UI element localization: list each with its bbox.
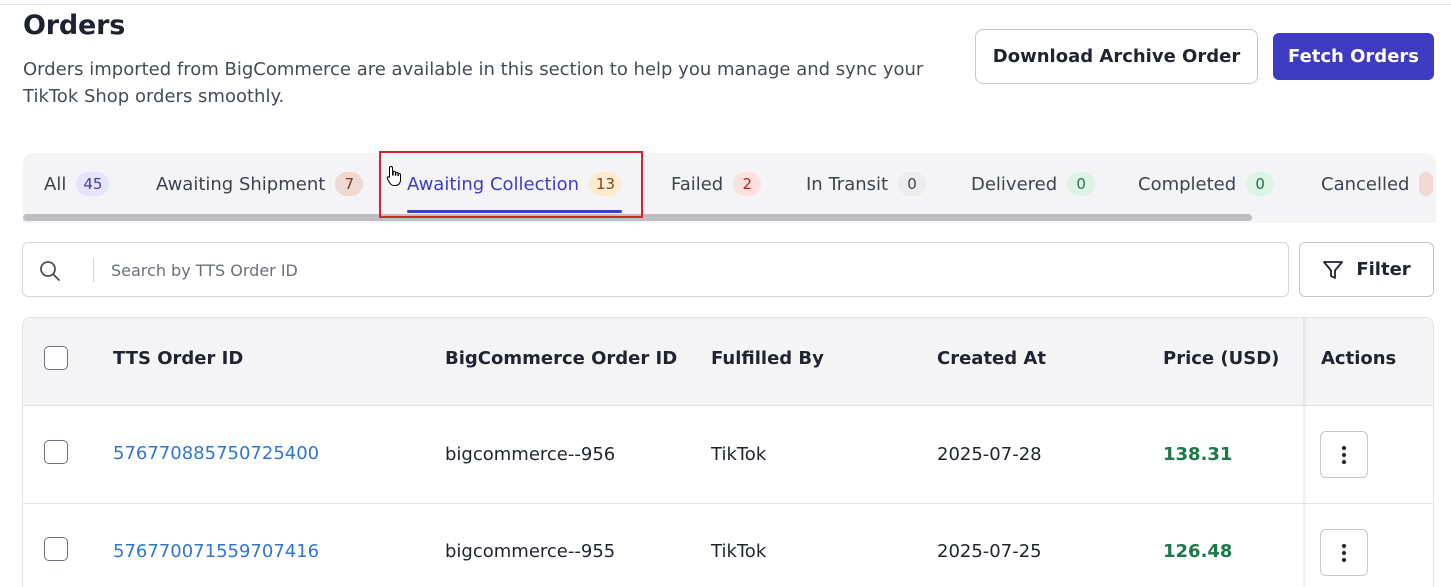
bigcommerce-order-id: bigcommerce--956 <box>445 444 616 465</box>
tab-label: Cancelled <box>1321 173 1410 195</box>
tab-count-badge: 0 <box>898 172 927 196</box>
tts-order-id-link[interactable]: 576770071559707416 <box>113 541 319 562</box>
column-header-actions: Actions <box>1321 348 1397 369</box>
tab-label: Failed <box>671 173 724 195</box>
tab-count-badge <box>1419 172 1434 196</box>
table-header: TTS Order ID BigCommerce Order ID Fulfil… <box>23 318 1433 406</box>
row-checkbox[interactable] <box>44 537 68 561</box>
orders-table: TTS Order ID BigCommerce Order ID Fulfil… <box>22 317 1434 587</box>
tab-count-badge: 0 <box>1246 172 1275 196</box>
created-at: 2025-07-28 <box>937 444 1042 465</box>
fulfilled-by: TikTok <box>711 541 767 562</box>
price: 138.31 <box>1163 444 1233 465</box>
column-header-created-at: Created At <box>937 348 1046 369</box>
actions-column-divider <box>1303 318 1307 587</box>
tab-label: All <box>44 173 67 195</box>
created-at: 2025-07-25 <box>937 541 1042 562</box>
price: 126.48 <box>1163 541 1233 562</box>
tab-count-badge: 2 <box>733 172 762 196</box>
tab-label: Delivered <box>971 173 1058 195</box>
tab-awaiting-shipment[interactable]: Awaiting Shipment 7 <box>156 153 364 215</box>
bigcommerce-order-id: bigcommerce--955 <box>445 541 616 562</box>
tab-label: Completed <box>1138 173 1237 195</box>
tab-awaiting-collection[interactable]: Awaiting Collection 13 <box>407 153 623 215</box>
column-header-price: Price (USD) <box>1163 348 1280 369</box>
tab-count-badge: 7 <box>335 172 364 196</box>
tab-failed[interactable]: Failed 2 <box>671 153 762 215</box>
tts-order-id-link[interactable]: 576770885750725400 <box>113 443 319 464</box>
more-vertical-icon <box>1342 445 1346 464</box>
tab-completed[interactable]: Completed 0 <box>1138 153 1275 215</box>
filter-button[interactable]: Filter <box>1299 242 1434 297</box>
top-divider <box>0 4 1451 5</box>
tab-count-badge: 13 <box>588 172 623 196</box>
tab-delivered[interactable]: Delivered 0 <box>971 153 1096 215</box>
tab-all[interactable]: All 45 <box>44 153 110 215</box>
table-row: 576770885750725400 bigcommerce--956 TikT… <box>23 406 1433 504</box>
hand-cursor-icon <box>386 165 401 186</box>
more-vertical-icon <box>1342 543 1346 562</box>
fetch-orders-button[interactable]: Fetch Orders <box>1273 33 1434 80</box>
tab-in-transit[interactable]: In Transit 0 <box>806 153 927 215</box>
page-description: Orders imported from BigCommerce are ava… <box>23 59 924 107</box>
select-all-checkbox[interactable] <box>44 346 68 370</box>
search-icon <box>40 261 60 281</box>
tab-label: Awaiting Collection <box>407 173 579 195</box>
tabs-scrollbar-thumb[interactable] <box>23 214 1252 221</box>
page-title: Orders <box>23 10 126 41</box>
row-actions-button[interactable] <box>1320 431 1368 478</box>
filter-icon <box>1323 260 1344 279</box>
download-archive-order-button[interactable]: Download Archive Order <box>975 29 1258 84</box>
tab-count-badge: 45 <box>76 172 110 196</box>
filter-label: Filter <box>1356 259 1411 280</box>
order-status-tabs: All 45 Awaiting Shipment 7 Awaiting Coll… <box>23 153 1436 223</box>
column-header-bigcommerce-order-id: BigCommerce Order ID <box>445 348 678 369</box>
row-checkbox[interactable] <box>44 440 68 464</box>
search-input[interactable] <box>111 255 1271 285</box>
tab-label: Awaiting Shipment <box>156 173 326 195</box>
row-actions-button[interactable] <box>1320 529 1368 576</box>
search-divider <box>93 258 94 282</box>
tab-cancelled[interactable]: Cancelled <box>1321 153 1434 215</box>
tab-label: In Transit <box>806 173 889 195</box>
fulfilled-by: TikTok <box>711 444 767 465</box>
column-header-tts-order-id: TTS Order ID <box>113 348 244 369</box>
column-header-fulfilled-by: Fulfilled By <box>711 348 824 369</box>
table-row: 576770071559707416 bigcommerce--955 TikT… <box>23 504 1433 587</box>
search-box <box>22 242 1289 297</box>
tab-count-badge: 0 <box>1067 172 1096 196</box>
